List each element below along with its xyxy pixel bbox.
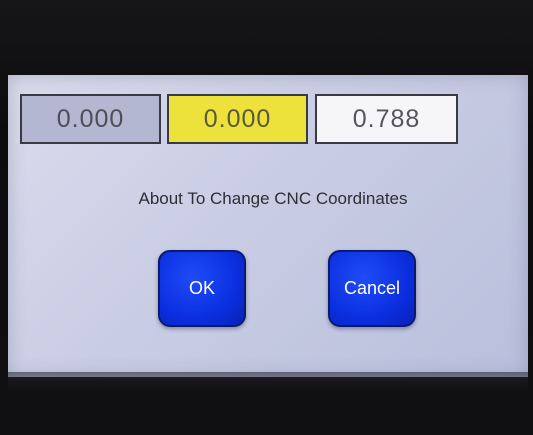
touchscreen-display: 0.000 0.000 0.788 About To Change CNC Co…: [8, 75, 528, 377]
cancel-button[interactable]: Cancel: [328, 250, 416, 327]
ok-button[interactable]: OK: [158, 250, 246, 327]
screen-edge-shadow: [8, 372, 528, 392]
z-coordinate-field[interactable]: 0.788: [315, 94, 458, 144]
x-coordinate-field[interactable]: 0.000: [20, 94, 161, 144]
confirmation-message: About To Change CNC Coordinates: [138, 189, 408, 208]
y-coordinate-field[interactable]: 0.000: [167, 94, 308, 144]
